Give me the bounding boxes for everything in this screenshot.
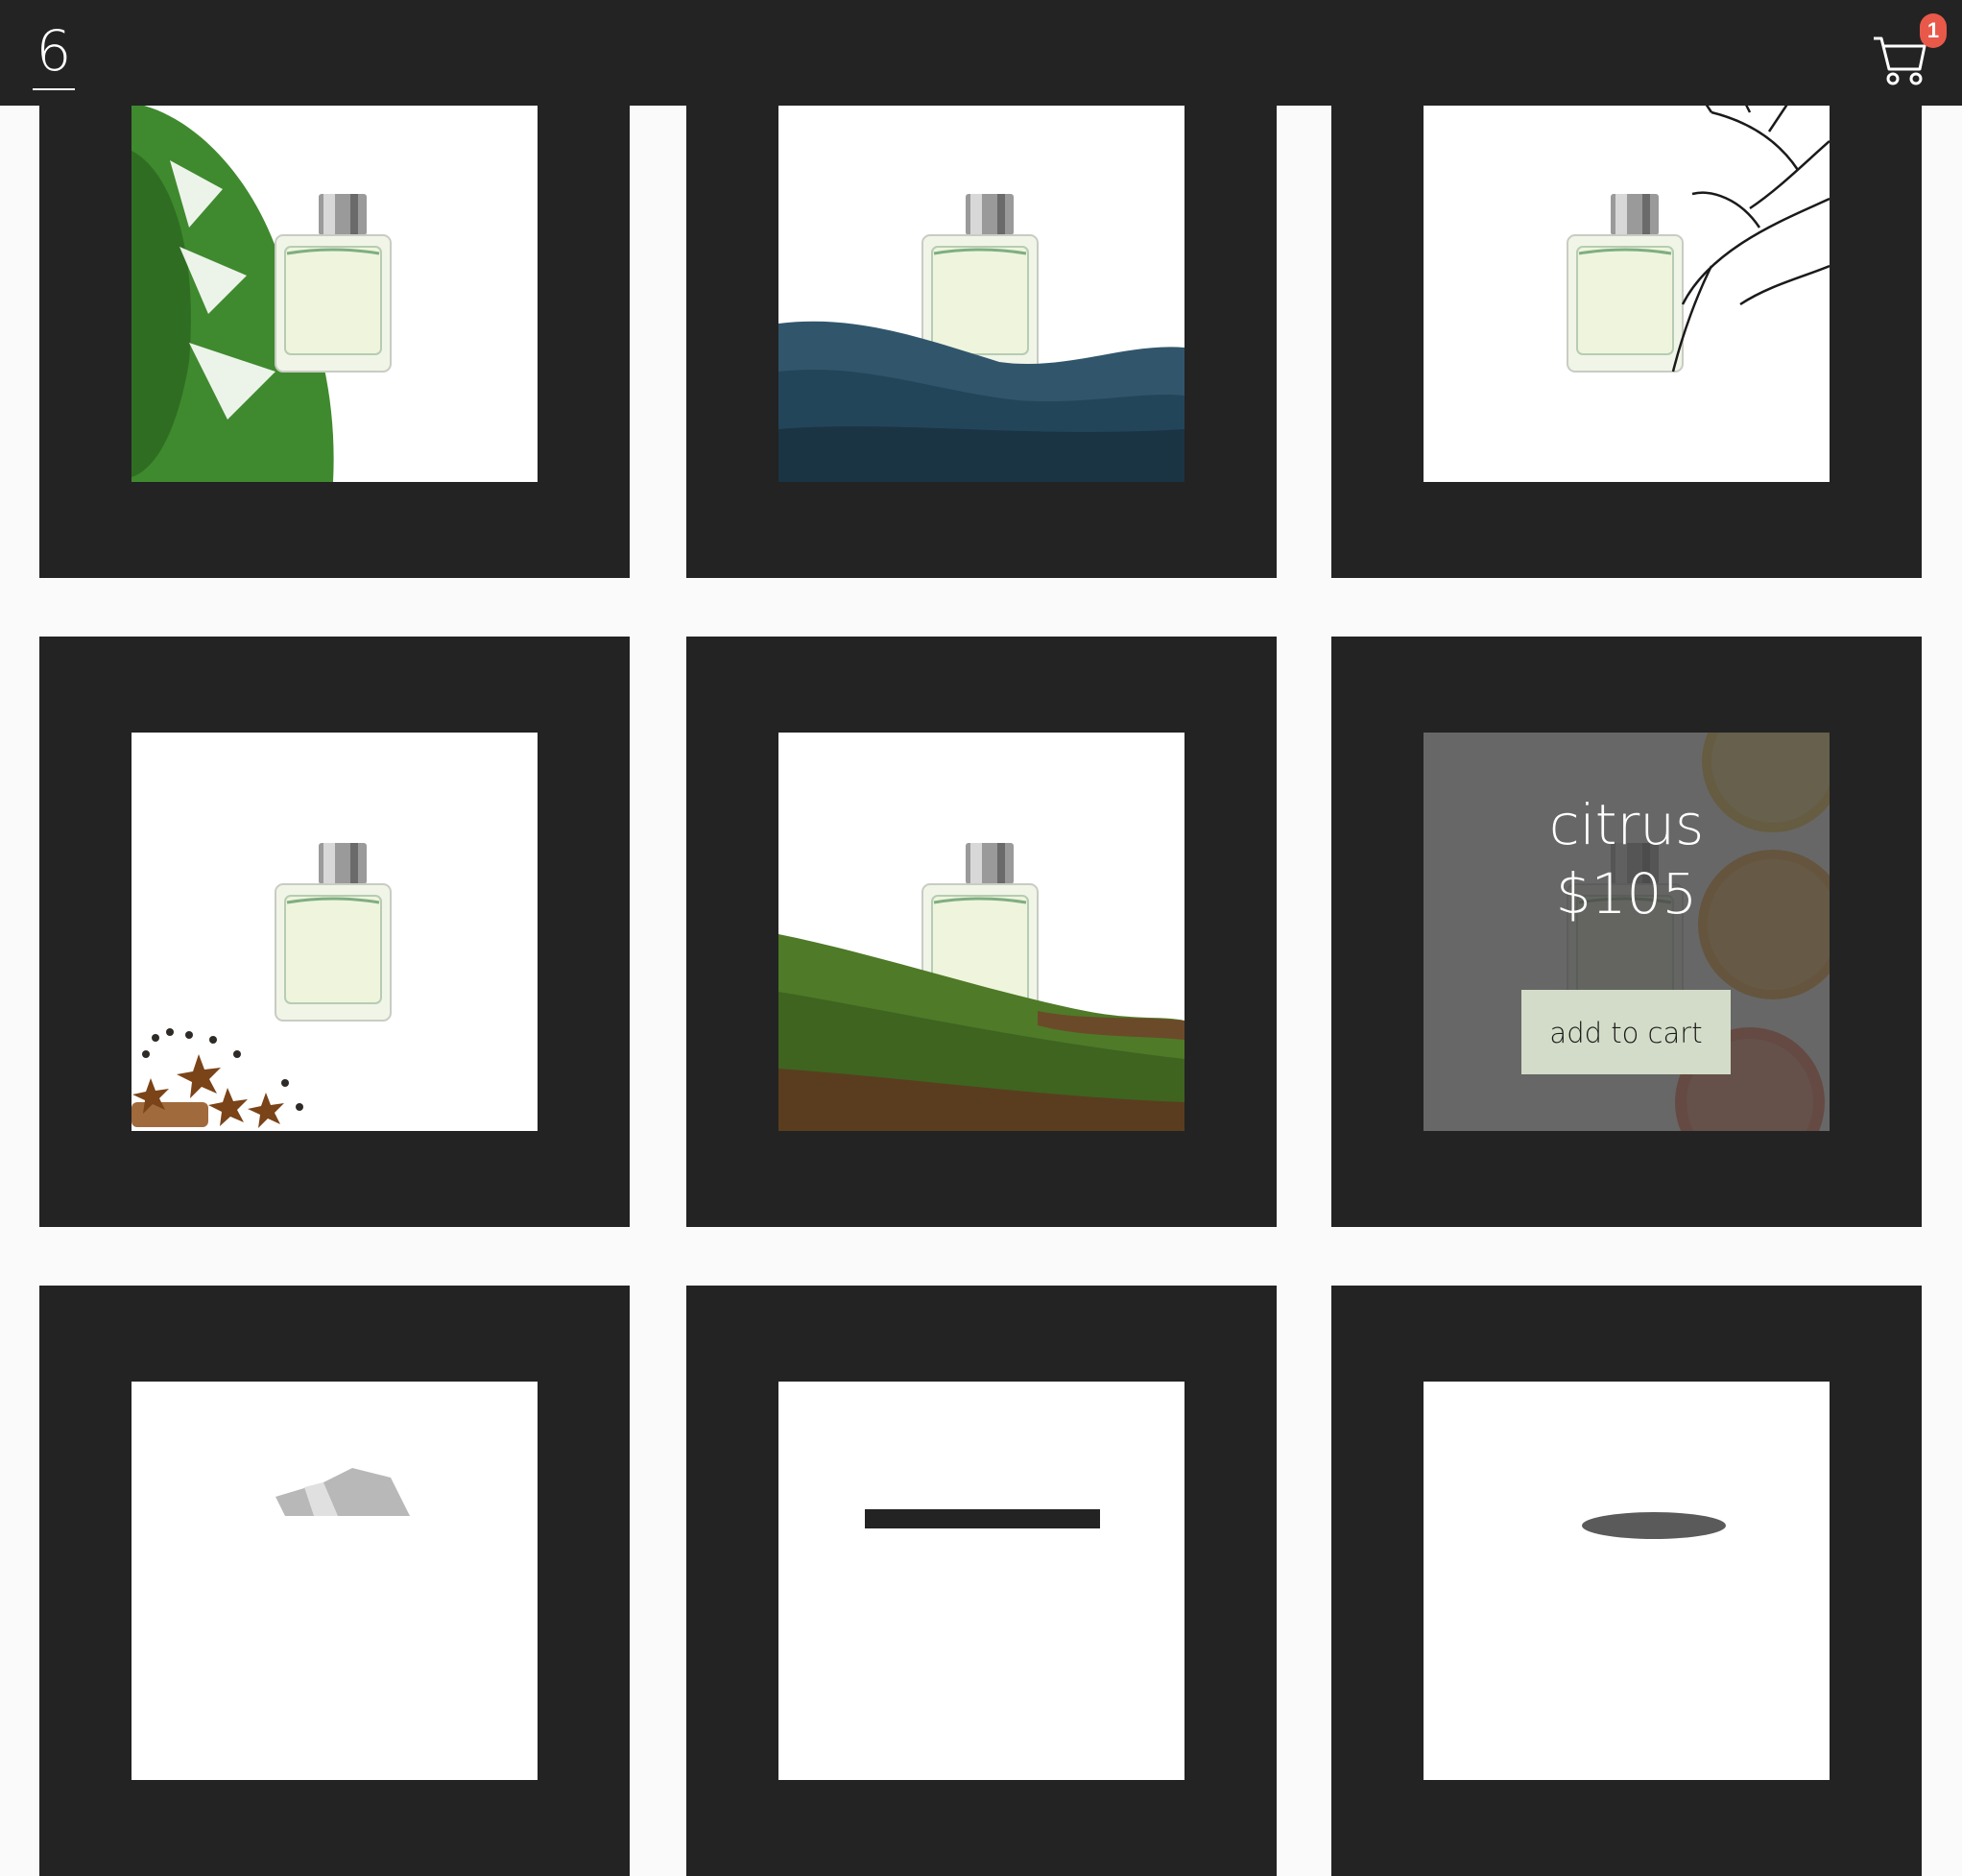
spice-icon (132, 841, 393, 1128)
product-image[interactable] (132, 84, 538, 482)
crystal-icon (275, 1468, 410, 1516)
add-to-cart-button[interactable]: add to cart (1521, 990, 1731, 1074)
product-image[interactable] (1424, 1382, 1830, 1780)
product-card: citrus $105 add to cart (1331, 637, 1922, 1227)
logo[interactable]: 6 (33, 19, 75, 90)
top-bar: 6 1 (0, 0, 1962, 106)
product-hover-overlay: citrus $105 add to cart (1424, 733, 1830, 1131)
product-card (1331, 1286, 1922, 1876)
water-icon (778, 192, 1184, 482)
product-image[interactable]: citrus $105 add to cart (1424, 733, 1830, 1131)
branch-icon (1566, 92, 1830, 373)
product-card (686, 1286, 1277, 1876)
product-image[interactable] (778, 1382, 1184, 1780)
cart-icon[interactable] (1872, 31, 1927, 86)
product-card (39, 1286, 630, 1876)
moss-icon (778, 841, 1184, 1131)
product-image[interactable] (132, 733, 538, 1131)
product-image[interactable] (778, 84, 1184, 482)
product-price: $105 (1555, 861, 1698, 926)
product-image[interactable] (132, 1382, 538, 1780)
block-icon (865, 1509, 1100, 1528)
product-name: citrus (1548, 792, 1705, 857)
cart-count-badge: 1 (1920, 13, 1947, 48)
product-card (686, 637, 1277, 1227)
stone-icon (1582, 1512, 1726, 1539)
product-card (39, 637, 630, 1227)
product-image[interactable] (778, 733, 1184, 1131)
leaf-icon (132, 103, 393, 482)
product-image[interactable] (1424, 84, 1830, 482)
